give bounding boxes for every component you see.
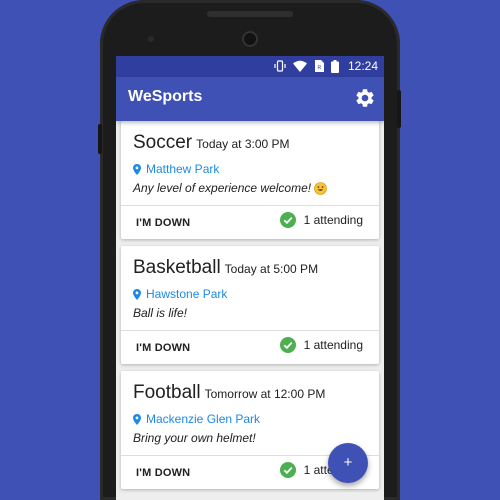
event-location-link[interactable]: Mackenzie Glen Park — [133, 412, 260, 426]
svg-text:R: R — [317, 65, 321, 71]
event-time: Today at 3:00 PM — [196, 137, 290, 151]
map-pin-icon — [133, 413, 141, 425]
event-header: Basketball Today at 5:00 PM — [133, 257, 318, 279]
check-circle-icon — [279, 337, 296, 353]
add-event-button[interactable]: + — [328, 443, 368, 483]
battery-icon — [330, 59, 339, 73]
card-divider — [121, 330, 379, 331]
event-description-row: Any level of experience welcome! — [133, 181, 327, 195]
phone-sensor — [148, 36, 154, 42]
map-pin-icon — [133, 163, 141, 175]
event-location: Matthew Park — [146, 162, 220, 176]
app-bar: WeSports — [116, 77, 384, 121]
front-camera — [242, 31, 258, 47]
event-description: Any level of experience welcome! — [133, 181, 312, 195]
app-screen: R 12:24 WeSports Soccer Today at 3:00 PM … — [116, 56, 384, 500]
attending-indicator: 1 attending — [279, 212, 363, 228]
event-card[interactable]: Basketball Today at 5:00 PM Hawstone Park… — [121, 246, 379, 364]
attending-count: 1 attending — [303, 338, 363, 352]
event-time: Today at 5:00 PM — [224, 262, 319, 276]
map-pin-icon — [133, 288, 141, 300]
event-time: Tomorrow at 12:00 PM — [204, 387, 326, 401]
attending-indicator: 1 attending — [279, 337, 363, 353]
event-description: Ball is life! — [133, 306, 188, 320]
event-header: Football Tomorrow at 12:00 PM — [133, 382, 325, 404]
event-location: Mackenzie Glen Park — [146, 412, 261, 426]
event-location-link[interactable]: Hawstone Park — [133, 287, 227, 301]
sim-icon: R — [314, 60, 324, 72]
event-description-row: Bring your own helmet! — [133, 431, 256, 445]
app-title: WeSports — [128, 88, 203, 105]
event-sport: Basketball — [133, 257, 221, 278]
phone-side-button — [98, 124, 102, 154]
phone-side-button — [397, 90, 401, 128]
event-description-row: Ball is life! — [133, 306, 187, 320]
im-down-button[interactable]: I'M DOWN — [127, 335, 199, 361]
check-circle-icon — [279, 212, 296, 228]
phone-speaker — [207, 11, 293, 17]
smile-emoji-icon — [314, 181, 327, 195]
vibrate-icon — [274, 60, 286, 72]
event-description: Bring your own helmet! — [133, 431, 256, 445]
settings-button[interactable] — [354, 87, 376, 109]
event-sport: Football — [133, 382, 201, 403]
im-down-button[interactable]: I'M DOWN — [127, 210, 199, 236]
event-location: Hawstone Park — [146, 287, 228, 301]
im-down-button[interactable]: I'M DOWN — [127, 460, 199, 486]
card-divider — [121, 205, 379, 206]
check-circle-icon — [279, 462, 296, 478]
status-time: 12:24 — [347, 59, 378, 73]
wifi-icon — [292, 60, 307, 72]
attending-count: 1 attending — [303, 213, 363, 227]
event-card[interactable]: Soccer Today at 3:00 PM Matthew Park Any … — [121, 121, 379, 239]
event-header: Soccer Today at 3:00 PM — [133, 132, 290, 154]
status-bar: R 12:24 — [116, 56, 384, 77]
event-sport: Soccer — [133, 132, 193, 153]
event-location-link[interactable]: Matthew Park — [133, 162, 219, 176]
gear-icon — [356, 89, 374, 107]
